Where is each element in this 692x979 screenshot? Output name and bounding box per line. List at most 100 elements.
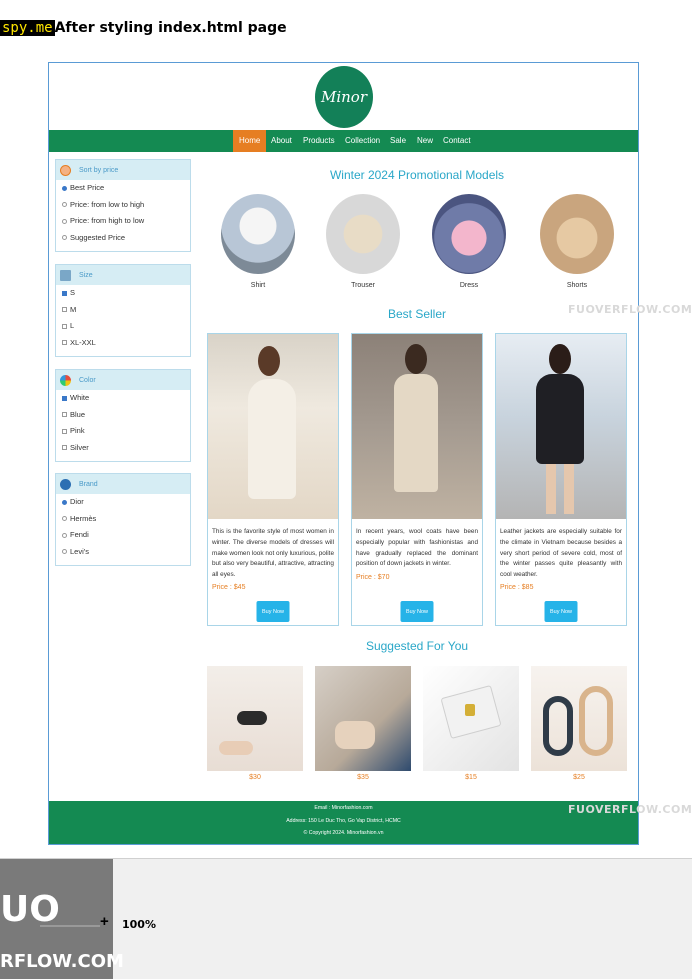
- radio-icon: [62, 516, 67, 522]
- footer-email: Email : Minorfashion.com: [314, 805, 373, 811]
- brand-panel: Brand Dior Hermès Fendi Levi's: [55, 473, 191, 566]
- suggested-title: Suggested For You: [365, 639, 469, 653]
- color-option-label: Silver: [70, 442, 89, 452]
- nav-collection[interactable]: Collection: [345, 130, 380, 152]
- logo-big-text: UO: [0, 889, 60, 930]
- checkbox-checked-icon: [62, 290, 67, 296]
- price-tag-icon: [60, 164, 71, 176]
- radio-selected-icon: [62, 499, 67, 505]
- sort-by-price-title: Sort by price: [79, 166, 119, 174]
- color-option[interactable]: Pink: [56, 423, 190, 440]
- navigation-bar: Home About Products Collection Sale New …: [49, 130, 638, 152]
- color-option[interactable]: White: [56, 390, 190, 407]
- brand-option-label: Hermès: [70, 513, 97, 523]
- size-title: Size: [79, 271, 93, 279]
- nav-new[interactable]: New: [417, 130, 433, 152]
- size-option-label: L: [70, 321, 75, 330]
- model-image-trouser[interactable]: [326, 194, 400, 274]
- sort-option-label: Best Price: [70, 183, 105, 192]
- suggested-image-wallet[interactable]: [423, 666, 519, 771]
- size-option[interactable]: XL-XXL: [56, 335, 190, 352]
- buy-now-button[interactable]: Buy Now: [400, 601, 434, 622]
- model-image-shorts[interactable]: [540, 194, 614, 274]
- product-card: Leather jackets are especially suitable …: [495, 333, 627, 626]
- size-option[interactable]: M: [56, 302, 190, 319]
- model-caption: Shorts: [566, 282, 588, 289]
- brand-badge-icon: [60, 478, 71, 490]
- brand-title: Brand: [79, 480, 98, 488]
- product-photo[interactable]: [208, 334, 338, 519]
- document-title: spy.me After styling index.html page: [0, 20, 287, 36]
- suggested-image-belts[interactable]: [531, 666, 627, 771]
- sort-option[interactable]: Suggested Price: [56, 230, 190, 247]
- brand-option[interactable]: Levi's: [56, 544, 190, 561]
- nav-products[interactable]: Products: [303, 130, 335, 152]
- suggested-price: $25: [573, 774, 585, 781]
- product-description: This is the favorite style of most women…: [212, 528, 334, 579]
- site-logo-block: UO RFLOW.COM: [0, 859, 124, 979]
- brand-header: Brand: [56, 474, 190, 494]
- product-card: This is the favorite style of most women…: [207, 333, 339, 626]
- size-panel: Size S M L XL-XXL: [55, 264, 191, 357]
- nav-sale[interactable]: Sale: [390, 130, 406, 152]
- buy-now-button[interactable]: Buy Now: [256, 601, 290, 622]
- buy-now-button[interactable]: Buy Now: [544, 601, 578, 622]
- color-option[interactable]: Blue: [56, 407, 190, 424]
- size-option[interactable]: L: [56, 318, 190, 335]
- radio-icon: [62, 202, 67, 208]
- nav-home[interactable]: Home: [233, 130, 267, 152]
- zoom-in-button[interactable]: +: [100, 913, 109, 930]
- sort-option-label: Suggested Price: [70, 232, 126, 242]
- document-title-text: After styling index.html page: [54, 20, 287, 36]
- watermark-text: FUOVERFLOW.COM: [568, 803, 692, 816]
- size-option-label: S: [70, 288, 76, 297]
- viewer-toolbar: UO RFLOW.COM + 100%: [0, 858, 692, 979]
- color-option[interactable]: Silver: [56, 440, 190, 457]
- product-price: Price : $70: [356, 574, 390, 581]
- product-photo[interactable]: [496, 334, 626, 519]
- brand-option[interactable]: Dior: [56, 494, 190, 511]
- site-footer: Email : Minorfashion.com Address: 150 Le…: [49, 801, 638, 844]
- sort-option[interactable]: Price: from low to high: [56, 197, 190, 214]
- product-photo[interactable]: [352, 334, 482, 519]
- sort-option-label: Price: from high to low: [70, 216, 145, 225]
- model-caption: Shirt: [250, 282, 266, 289]
- color-header: Color: [56, 370, 190, 390]
- color-panel: Color White Blue Pink Silver: [55, 369, 191, 462]
- sort-by-price-panel: Sort by price Best Price Price: from low…: [55, 159, 191, 252]
- nav-about[interactable]: About: [271, 130, 292, 152]
- brand-option[interactable]: Fendi: [56, 527, 190, 544]
- size-option[interactable]: S: [56, 285, 190, 302]
- suggested-image-sandals[interactable]: [207, 666, 303, 771]
- model-image-dress[interactable]: [432, 194, 506, 274]
- zoom-slider[interactable]: [40, 925, 100, 927]
- suggested-image-heels[interactable]: [315, 666, 411, 771]
- size-header: Size: [56, 265, 190, 285]
- size-option-label: M: [70, 304, 77, 314]
- size-option-label: XL-XXL: [70, 337, 96, 347]
- color-wheel-icon: [60, 374, 71, 386]
- website-preview: Minor Home About Products Collection Sal…: [48, 62, 639, 845]
- logo-small-text: RFLOW.COM: [0, 951, 124, 972]
- watermark-text: FUOVERFLOW.COM: [568, 303, 692, 316]
- logo-text: Minor: [320, 88, 368, 106]
- model-image-shirt[interactable]: [221, 194, 295, 274]
- watermark-label: spy.me: [0, 20, 55, 36]
- color-title: Color: [79, 376, 96, 384]
- radio-icon: [62, 218, 67, 224]
- suggested-price: $15: [465, 774, 477, 781]
- sort-by-price-header: Sort by price: [56, 160, 190, 180]
- color-option-label: White: [70, 393, 90, 402]
- checkbox-icon: [62, 340, 67, 346]
- sort-option[interactable]: Price: from high to low: [56, 213, 190, 230]
- brand-option-label: Levi's: [70, 546, 89, 556]
- radio-icon: [62, 235, 67, 241]
- brand-option[interactable]: Hermès: [56, 511, 190, 528]
- model-caption: Trouser: [351, 282, 375, 289]
- color-option-label: Pink: [70, 426, 85, 435]
- checkbox-icon: [62, 307, 67, 313]
- nav-contact[interactable]: Contact: [443, 130, 471, 152]
- sort-option[interactable]: Best Price: [56, 180, 190, 197]
- product-card: In recent years, wool coats have been es…: [351, 333, 483, 626]
- site-logo[interactable]: Minor: [315, 66, 373, 128]
